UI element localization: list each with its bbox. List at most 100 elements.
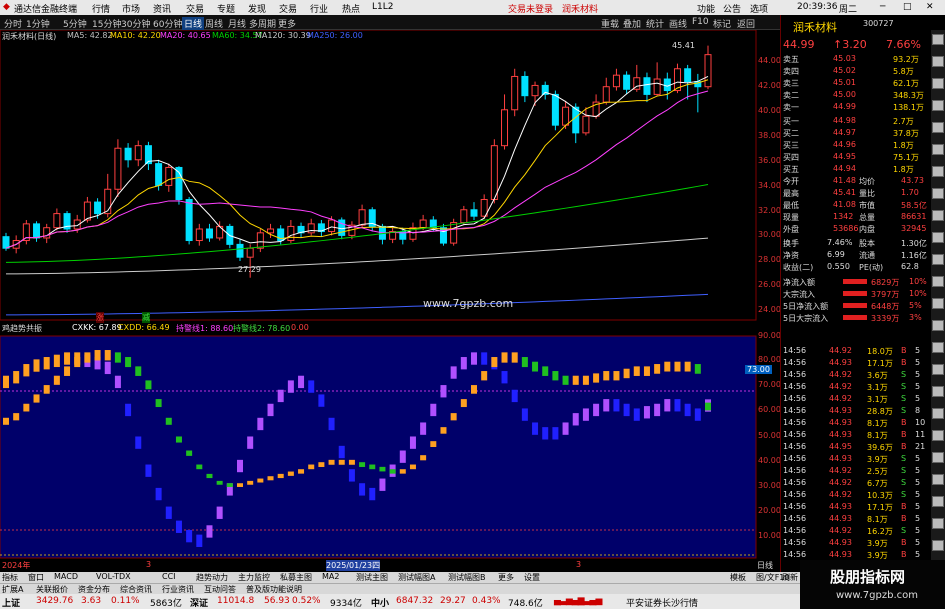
period-30min[interactable]: 30分钟 bbox=[121, 17, 150, 30]
ma250-label: MA250: 26.00 bbox=[307, 31, 363, 40]
btn-huaxian[interactable]: 画线 bbox=[669, 17, 687, 30]
trend-bar bbox=[399, 450, 406, 463]
side-tool-icon[interactable] bbox=[932, 276, 944, 287]
indicator-tab[interactable]: 窗口 bbox=[28, 572, 44, 583]
cell: 1.70 bbox=[901, 188, 919, 197]
resonance-bar bbox=[216, 480, 223, 485]
indicator-tab[interactable]: MA2 bbox=[322, 572, 339, 581]
btn-tongji[interactable]: 统计 bbox=[646, 17, 664, 30]
price-tick: 34.00 bbox=[758, 181, 781, 190]
menu-jiaoyi[interactable]: 交易 bbox=[186, 2, 204, 15]
side-tool-icon[interactable] bbox=[932, 144, 944, 155]
trend-bar bbox=[186, 529, 193, 543]
period-weekly[interactable]: 周线 bbox=[205, 17, 223, 30]
panel-tab[interactable]: 模板 bbox=[730, 572, 746, 583]
cell: 41.08 bbox=[833, 200, 856, 209]
side-tool-icon[interactable] bbox=[932, 34, 944, 45]
menu-hangqing[interactable]: 行情 bbox=[92, 2, 110, 15]
indicator-tab[interactable]: VOL-TDX bbox=[96, 572, 131, 581]
side-tool-icon[interactable] bbox=[932, 540, 944, 551]
side-tool-icon[interactable] bbox=[932, 254, 944, 265]
maximize-icon[interactable]: □ bbox=[903, 2, 912, 12]
side-tool-icon[interactable] bbox=[932, 430, 944, 441]
flow-pct: 3% bbox=[909, 313, 922, 322]
side-tool-icon[interactable] bbox=[932, 474, 944, 485]
side-tool-icon[interactable] bbox=[932, 364, 944, 375]
indicator-tab[interactable]: 测试幅图A bbox=[398, 572, 435, 583]
indicator-tab[interactable]: MACD bbox=[54, 572, 78, 581]
menu-redian[interactable]: 热点 bbox=[342, 2, 360, 15]
btn-biaoji[interactable]: 标记 bbox=[713, 17, 731, 30]
period-day-btn[interactable]: 日线 bbox=[757, 560, 773, 571]
side-tool-icon[interactable] bbox=[932, 452, 944, 463]
trend-bar bbox=[633, 408, 640, 421]
btn-diejia[interactable]: 叠加 bbox=[623, 17, 641, 30]
indicator-tab[interactable]: 指标 bbox=[2, 572, 18, 583]
period-daily[interactable]: 日线 bbox=[182, 17, 205, 30]
period-fenshi[interactable]: 分时 bbox=[4, 17, 22, 30]
side-tool-icon[interactable] bbox=[932, 78, 944, 89]
side-tool-icon[interactable] bbox=[932, 56, 944, 67]
tick-side: S bbox=[901, 382, 907, 391]
trend-bar bbox=[135, 436, 142, 449]
side-tool-icon[interactable] bbox=[932, 386, 944, 397]
indicator-tab[interactable]: 私募主图 bbox=[280, 572, 312, 583]
period-multi[interactable]: 多周期 bbox=[249, 17, 276, 30]
kline-chart-panel[interactable]: 润禾材料(日线) MA5: 42.82 MA10: 42.20 MA20: 40… bbox=[0, 30, 781, 572]
chart-canvas[interactable] bbox=[0, 30, 780, 572]
price-tick: 44.00 bbox=[758, 56, 781, 65]
trend-bar bbox=[216, 506, 223, 519]
side-tool-icon[interactable] bbox=[932, 232, 944, 243]
trend-bar bbox=[287, 380, 294, 393]
period-monthly[interactable]: 月线 bbox=[228, 17, 246, 30]
period-15min[interactable]: 15分钟 bbox=[92, 17, 121, 30]
side-tool-icon[interactable] bbox=[932, 320, 944, 331]
tick-row: 14:56 44.92 2.5万 S 5 bbox=[781, 465, 931, 477]
period-60min[interactable]: 60分钟 bbox=[153, 17, 182, 30]
indicator-tab[interactable]: 更多 bbox=[498, 572, 514, 583]
btn-f10[interactable]: F10 bbox=[692, 17, 709, 27]
side-tool-icon[interactable] bbox=[932, 166, 944, 177]
menu-xuanxiang[interactable]: 选项 bbox=[750, 2, 768, 15]
side-tool-icon[interactable] bbox=[932, 342, 944, 353]
indicator-tab[interactable]: 测试幅图B bbox=[448, 572, 486, 583]
menu-shichang[interactable]: 市场 bbox=[122, 2, 140, 15]
side-tool-icon[interactable] bbox=[932, 210, 944, 221]
indicator-tab[interactable]: 设置 bbox=[524, 572, 540, 583]
indicator-tab[interactable]: 主力监控 bbox=[238, 572, 270, 583]
indicator-tab[interactable]: 趋势动力 bbox=[196, 572, 228, 583]
menu-gongneng[interactable]: 功能 bbox=[697, 2, 715, 15]
side-tool-icon[interactable] bbox=[932, 518, 944, 529]
side-tool-icon[interactable] bbox=[932, 122, 944, 133]
tick-price: 44.92 bbox=[829, 346, 852, 355]
period-1min[interactable]: 1分钟 bbox=[26, 17, 50, 30]
menu-jiaoyi2[interactable]: 交易 bbox=[279, 2, 297, 15]
btn-chongzai[interactable]: 重载 bbox=[601, 17, 619, 30]
close-icon[interactable]: ✕ bbox=[926, 2, 934, 12]
panel-tab[interactable]: 刷新 bbox=[782, 572, 798, 583]
menu-zhuanti[interactable]: 专题 bbox=[217, 2, 235, 15]
minimize-icon[interactable]: ─ bbox=[880, 2, 885, 12]
indicator-tab[interactable]: 测试主图 bbox=[356, 572, 388, 583]
menu-zixun[interactable]: 资讯 bbox=[153, 2, 171, 15]
period-5min[interactable]: 5分钟 bbox=[63, 17, 87, 30]
side-tool-icon[interactable] bbox=[932, 408, 944, 419]
login-notice[interactable]: 交易未登录 bbox=[508, 2, 553, 15]
side-tool-icon[interactable] bbox=[932, 298, 944, 309]
ind-tick: 80.00 bbox=[758, 355, 781, 364]
trend-bar bbox=[430, 403, 437, 417]
side-tool-icon[interactable] bbox=[932, 100, 944, 111]
menu-faxian[interactable]: 发现 bbox=[248, 2, 266, 15]
menu-hangye[interactable]: 行业 bbox=[310, 2, 328, 15]
tick-price: 44.92 bbox=[829, 466, 852, 475]
menu-gonggao[interactable]: 公告 bbox=[723, 2, 741, 15]
ask-row: 卖五 45.03 93.2万 bbox=[781, 53, 931, 65]
stock-notice[interactable]: 润禾材料 bbox=[562, 2, 598, 15]
side-tool-icon[interactable] bbox=[932, 496, 944, 507]
period-more[interactable]: 更多 bbox=[278, 17, 296, 30]
side-tool-icon[interactable] bbox=[932, 188, 944, 199]
menu-l1l2[interactable]: L1L2 bbox=[372, 2, 393, 12]
btn-fanhui[interactable]: 返回 bbox=[737, 17, 755, 30]
indicator-tab[interactable]: CCI bbox=[162, 572, 176, 581]
brand-logo: 股朋指标网 bbox=[830, 568, 906, 586]
